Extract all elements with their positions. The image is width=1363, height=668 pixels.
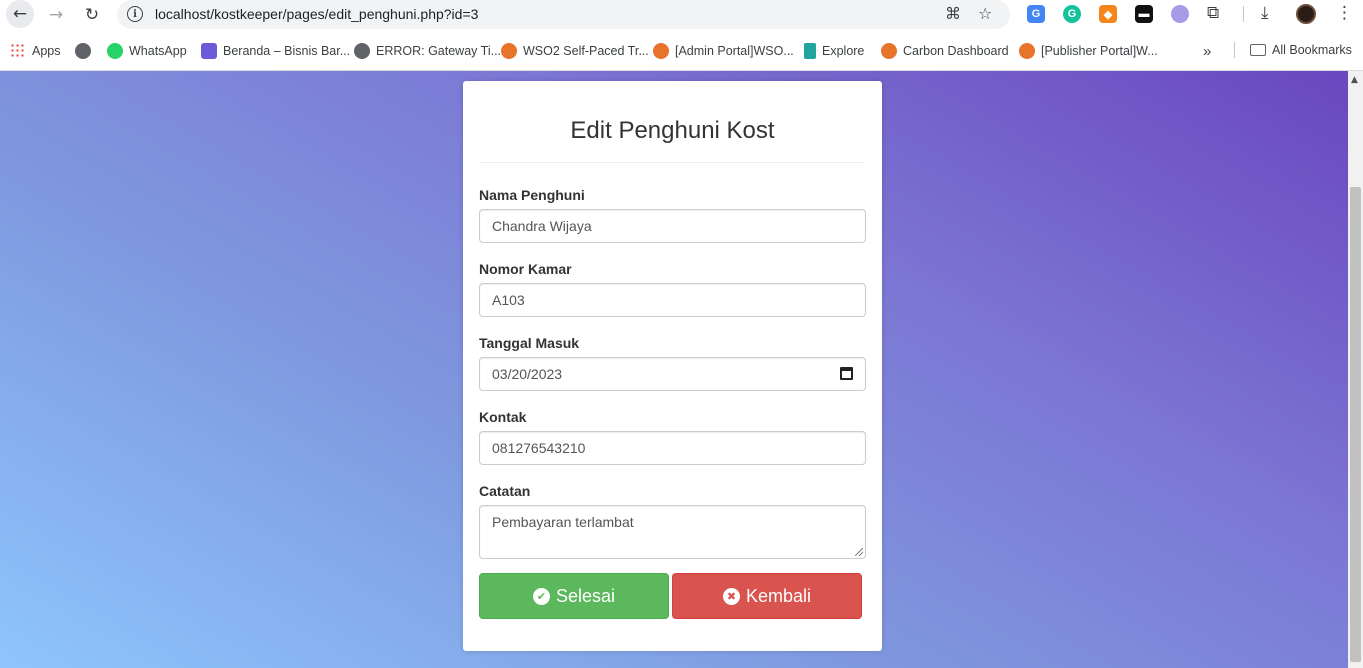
bookmark-beranda[interactable]: Beranda – Bisnis Bar... (201, 43, 350, 59)
tanggal-masuk-value: 03/20/2023 (492, 366, 563, 382)
address-bar[interactable]: i localhost/kostkeeper/pages/edit_penghu… (117, 0, 1010, 29)
globe-icon (75, 43, 91, 59)
metamask-extension-icon[interactable]: ◆ (1099, 5, 1117, 23)
bookmark-admin-portal[interactable]: [Admin Portal]WSO... (653, 43, 794, 59)
whatsapp-icon (107, 43, 123, 59)
bookmarks-bar: Apps WhatsApp Beranda – Bisnis Bar... ER… (0, 36, 1363, 64)
scroll-up-arrow-icon[interactable]: ▲ (1351, 75, 1358, 85)
nomor-kamar-label: Nomor Kamar (479, 261, 572, 277)
bookmark-explore[interactable]: Explore (804, 43, 864, 59)
download-icon[interactable]: ⤓ (1261, 3, 1269, 23)
bookmark-publisher-portal[interactable]: [Publisher Portal]W... (1019, 43, 1158, 59)
bookmark-label: Beranda – Bisnis Bar... (223, 44, 351, 58)
extension-icon[interactable]: ▬ (1135, 5, 1153, 23)
menu-kebab-icon[interactable]: ⋮ (1336, 3, 1353, 23)
globe-icon (354, 43, 370, 59)
bookmark-carbon-dashboard[interactable]: Carbon Dashboard (881, 43, 1009, 59)
all-bookmarks[interactable]: All Bookmarks (1250, 43, 1352, 57)
catatan-value: Pembayaran terlambat (492, 514, 634, 530)
bookmark-label: Carbon Dashboard (903, 44, 1009, 58)
translate-icon[interactable]: ⌘ (945, 4, 961, 23)
apps-grid-icon (10, 43, 26, 59)
bookmark-apps[interactable]: Apps (10, 43, 61, 59)
forward-arrow-icon[interactable]: → (42, 2, 70, 27)
nomor-kamar-input[interactable]: A103 (479, 283, 866, 317)
back-arrow-icon[interactable]: ← (6, 0, 34, 28)
extension-blob-icon[interactable] (1171, 5, 1189, 23)
edit-form-card: Edit Penghuni Kost Nama Penghuni Chandra… (463, 81, 882, 651)
selesai-button[interactable]: ✔ Selesai (479, 573, 669, 619)
kembali-button-label: Kembali (745, 585, 812, 606)
calendar-icon[interactable] (840, 367, 853, 380)
bookmark-label: WhatsApp (129, 44, 187, 58)
resize-handle-icon[interactable] (855, 548, 863, 556)
extensions-puzzle-icon[interactable]: ⧉ (1207, 3, 1219, 23)
site-info-icon[interactable]: i (127, 6, 143, 22)
bookmark-label: All Bookmarks (1272, 43, 1352, 57)
bookmark-wso2-self-paced[interactable]: WSO2 Self-Paced Tr... (501, 43, 649, 59)
bookmark-label: [Admin Portal]WSO... (675, 44, 794, 58)
times-circle-icon: ✖ (722, 587, 740, 605)
wso2-icon (501, 43, 517, 59)
bookmark-label: ERROR: Gateway Ti... (376, 44, 502, 58)
folder-icon (1250, 44, 1266, 56)
bookmark-label: Explore (822, 44, 865, 58)
check-circle-icon: ✔ (532, 587, 550, 605)
bookmark-star-icon[interactable]: ☆ (978, 4, 992, 23)
kontak-label: Kontak (479, 409, 527, 425)
kontak-input[interactable]: 081276543210 (479, 431, 866, 465)
bookmark-label: Apps (32, 44, 61, 58)
bookmark-label: WSO2 Self-Paced Tr... (523, 44, 649, 58)
wso2-icon (653, 43, 669, 59)
selesai-button-label: Selesai (555, 585, 616, 606)
nama-penghuni-input[interactable]: Chandra Wijaya (479, 209, 866, 243)
browser-toolbar: ← → ↻ i localhost/kostkeeper/pages/edit_… (0, 0, 1363, 29)
tanggal-masuk-label: Tanggal Masuk (479, 335, 580, 351)
tanggal-masuk-date-input[interactable]: 03/20/2023 (479, 357, 866, 391)
s-logo-icon (201, 43, 217, 59)
toolbar-divider (1243, 6, 1244, 22)
page-background: Edit Penghuni Kost Nama Penghuni Chandra… (0, 71, 1348, 668)
nama-penghuni-label: Nama Penghuni (479, 187, 585, 203)
wso2-icon (1019, 43, 1035, 59)
title-divider (479, 162, 865, 163)
kembali-button[interactable]: ✖ Kembali (672, 573, 862, 619)
bookmarks-divider (1234, 42, 1235, 58)
page-scrollbar[interactable]: ▲ (1348, 71, 1363, 668)
catatan-label: Catatan (479, 483, 531, 499)
explore-icon (804, 43, 816, 59)
google-translate-extension-icon[interactable]: G (1027, 5, 1045, 23)
carbon-icon (881, 43, 897, 59)
more-bookmarks-chevron-icon[interactable]: » (1203, 43, 1211, 60)
bookmark-error-gateway[interactable]: ERROR: Gateway Ti... (354, 43, 501, 59)
catatan-textarea[interactable]: Pembayaran terlambat (479, 505, 866, 559)
url-text[interactable]: localhost/kostkeeper/pages/edit_penghuni… (155, 6, 478, 22)
profile-avatar[interactable] (1296, 4, 1316, 24)
reload-icon[interactable]: ↻ (78, 2, 106, 27)
bookmark-globe[interactable] (75, 43, 97, 59)
bookmark-whatsapp[interactable]: WhatsApp (107, 43, 187, 59)
bookmark-label: [Publisher Portal]W... (1041, 44, 1158, 58)
page-title: Edit Penghuni Kost (570, 117, 775, 144)
grammarly-extension-icon[interactable]: G (1063, 5, 1081, 23)
scrollbar-thumb[interactable] (1350, 187, 1361, 662)
